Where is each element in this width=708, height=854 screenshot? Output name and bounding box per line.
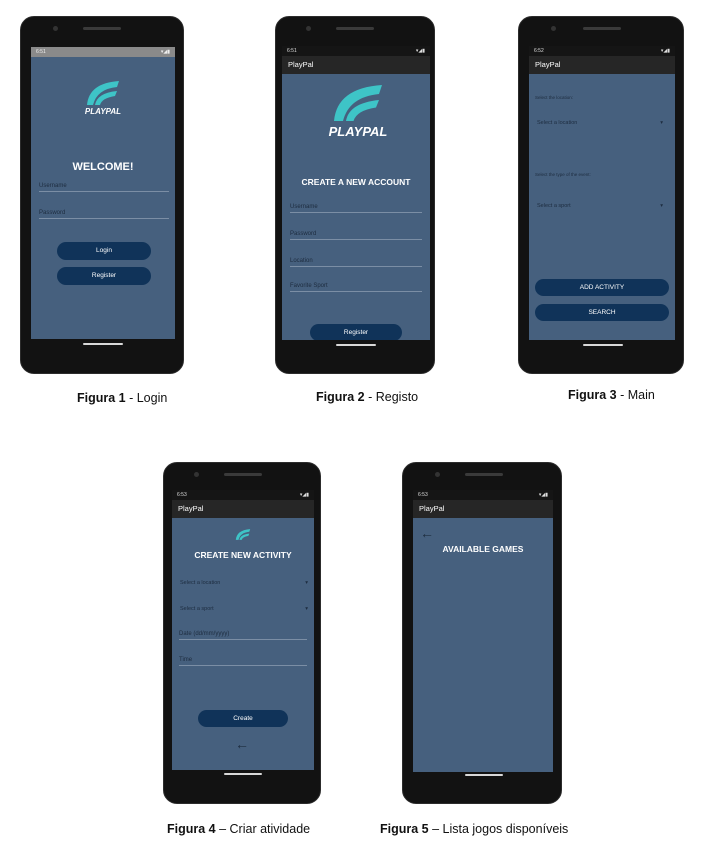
location-select-value: Select a location bbox=[537, 120, 578, 126]
figure-4-caption: Figura 4 – Criar atividade bbox=[167, 822, 311, 836]
phone-register: 6:51 ▾◢▮ PlayPal PLAYPAL CREATE A NEW AC… bbox=[275, 16, 435, 374]
status-time: 6:53 bbox=[418, 492, 428, 498]
phone-login: 6:51 ▾◢▮ PLAYPAL WELCOME! Username Passw… bbox=[20, 16, 184, 374]
chevron-down-icon: ▾ bbox=[305, 606, 308, 612]
login-button[interactable]: Login bbox=[57, 242, 151, 260]
camera-icon bbox=[306, 26, 311, 31]
figure-1-caption: Figura 1 - Login bbox=[77, 391, 168, 405]
phone-create-activity: 6:53 ▾◢▮ PlayPal CREATE NEW ACTIVITY Sel… bbox=[163, 462, 321, 804]
home-indicator[interactable] bbox=[83, 343, 123, 345]
create-activity-screen: 6:53 ▾◢▮ PlayPal CREATE NEW ACTIVITY Sel… bbox=[172, 490, 314, 770]
status-time: 6:51 bbox=[287, 48, 297, 54]
home-indicator[interactable] bbox=[465, 774, 503, 776]
back-arrow-icon[interactable]: ← bbox=[420, 526, 434, 540]
status-icons: ▾◢▮ bbox=[660, 48, 670, 54]
camera-icon bbox=[194, 472, 199, 477]
chevron-down-icon: ▾ bbox=[660, 120, 663, 126]
favorite-sport-field[interactable]: Favorite Sport bbox=[290, 283, 422, 292]
figure-5-caption: Figura 5 – Lista jogos disponíveis bbox=[380, 822, 569, 836]
speaker-grille bbox=[583, 27, 621, 30]
sport-select-value: Select a sport bbox=[537, 203, 571, 209]
location-hint: Select the location: bbox=[535, 95, 574, 100]
speaker-grille bbox=[83, 27, 121, 30]
app-bar: PlayPal bbox=[282, 56, 430, 74]
register-screen: 6:51 ▾◢▮ PlayPal PLAYPAL CREATE A NEW AC… bbox=[282, 46, 430, 340]
chevron-down-icon: ▾ bbox=[660, 203, 663, 209]
sport-select[interactable]: Select a sport ▾ bbox=[180, 606, 308, 612]
back-arrow-icon[interactable]: ← bbox=[235, 737, 249, 751]
home-indicator[interactable] bbox=[583, 344, 623, 346]
phone-available-games: 6:53 ▾◢▮ PlayPal ← AVAILABLE GAMES bbox=[402, 462, 562, 804]
username-field[interactable]: Username bbox=[290, 204, 422, 213]
sport-select[interactable]: Select a sport ▾ bbox=[537, 203, 663, 209]
status-icons: ▾◢▮ bbox=[538, 492, 548, 498]
available-games-screen: 6:53 ▾◢▮ PlayPal ← AVAILABLE GAMES bbox=[413, 490, 553, 772]
welcome-title: WELCOME! bbox=[72, 161, 134, 173]
available-games-title: AVAILABLE GAMES bbox=[442, 544, 524, 554]
status-time: 6:51 bbox=[36, 49, 46, 55]
password-field[interactable]: Password bbox=[39, 210, 169, 219]
create-account-title: CREATE A NEW ACCOUNT bbox=[301, 177, 411, 187]
location-select[interactable]: Select a location ▾ bbox=[537, 120, 663, 126]
status-icons: ▾◢▮ bbox=[299, 492, 309, 498]
playpal-logo: PLAYPAL bbox=[83, 79, 123, 119]
speaker-grille bbox=[224, 473, 262, 476]
status-time: 6:52 bbox=[534, 48, 544, 54]
create-activity-title: CREATE NEW ACTIVITY bbox=[194, 550, 292, 560]
games-list bbox=[413, 560, 553, 772]
chevron-down-icon: ▾ bbox=[305, 580, 308, 586]
time-field[interactable]: Time bbox=[179, 657, 307, 666]
camera-icon bbox=[435, 472, 440, 477]
password-field[interactable]: Password bbox=[290, 231, 422, 240]
status-icons: ▾◢▮ bbox=[415, 48, 425, 54]
sport-select-value: Select a sport bbox=[180, 606, 214, 612]
app-bar: PlayPal bbox=[172, 500, 314, 518]
location-select-value: Select a location bbox=[180, 580, 221, 586]
main-screen: 6:52 ▾◢▮ PlayPal Select the location: Se… bbox=[529, 46, 675, 340]
sport-hint: Select the type of the event: bbox=[535, 172, 591, 177]
figure-2-caption: Figura 2 - Registo bbox=[316, 390, 419, 404]
username-field[interactable]: Username bbox=[39, 183, 169, 192]
logo-text: PLAYPAL bbox=[328, 124, 388, 139]
register-button[interactable]: Register bbox=[310, 324, 402, 340]
status-bar: 6:51 ▾◢▮ bbox=[282, 46, 430, 56]
status-bar: 6:51 ▾◢▮ bbox=[31, 47, 175, 57]
date-field[interactable]: Date (dd/mm/yyyy) bbox=[179, 631, 307, 640]
home-indicator[interactable] bbox=[336, 344, 376, 346]
status-bar: 6:52 ▾◢▮ bbox=[529, 46, 675, 56]
status-bar: 6:53 ▾◢▮ bbox=[413, 490, 553, 500]
status-icons: ▾◢▮ bbox=[160, 49, 170, 55]
playpal-logo: PLAYPAL bbox=[326, 82, 390, 152]
camera-icon bbox=[53, 26, 58, 31]
status-bar: 6:53 ▾◢▮ bbox=[172, 490, 314, 500]
home-indicator[interactable] bbox=[224, 773, 262, 775]
location-select[interactable]: Select a location ▾ bbox=[180, 580, 308, 586]
add-activity-button[interactable]: ADD ACTIVITY bbox=[535, 279, 669, 296]
playpal-logo bbox=[234, 528, 252, 546]
figure-3-caption: Figura 3 - Main bbox=[568, 388, 655, 402]
camera-icon bbox=[551, 26, 556, 31]
login-screen: 6:51 ▾◢▮ PLAYPAL WELCOME! Username Passw… bbox=[31, 47, 175, 339]
status-time: 6:53 bbox=[177, 492, 187, 498]
logo-text: PLAYPAL bbox=[84, 107, 122, 116]
speaker-grille bbox=[465, 473, 503, 476]
speaker-grille bbox=[336, 27, 374, 30]
create-button[interactable]: Create bbox=[198, 710, 288, 727]
search-button[interactable]: SEARCH bbox=[535, 304, 669, 321]
app-bar: PlayPal bbox=[529, 56, 675, 74]
register-button[interactable]: Register bbox=[57, 267, 151, 285]
location-field[interactable]: Location bbox=[290, 258, 422, 267]
app-bar: PlayPal bbox=[413, 500, 553, 518]
phone-main: 6:52 ▾◢▮ PlayPal Select the location: Se… bbox=[518, 16, 684, 374]
